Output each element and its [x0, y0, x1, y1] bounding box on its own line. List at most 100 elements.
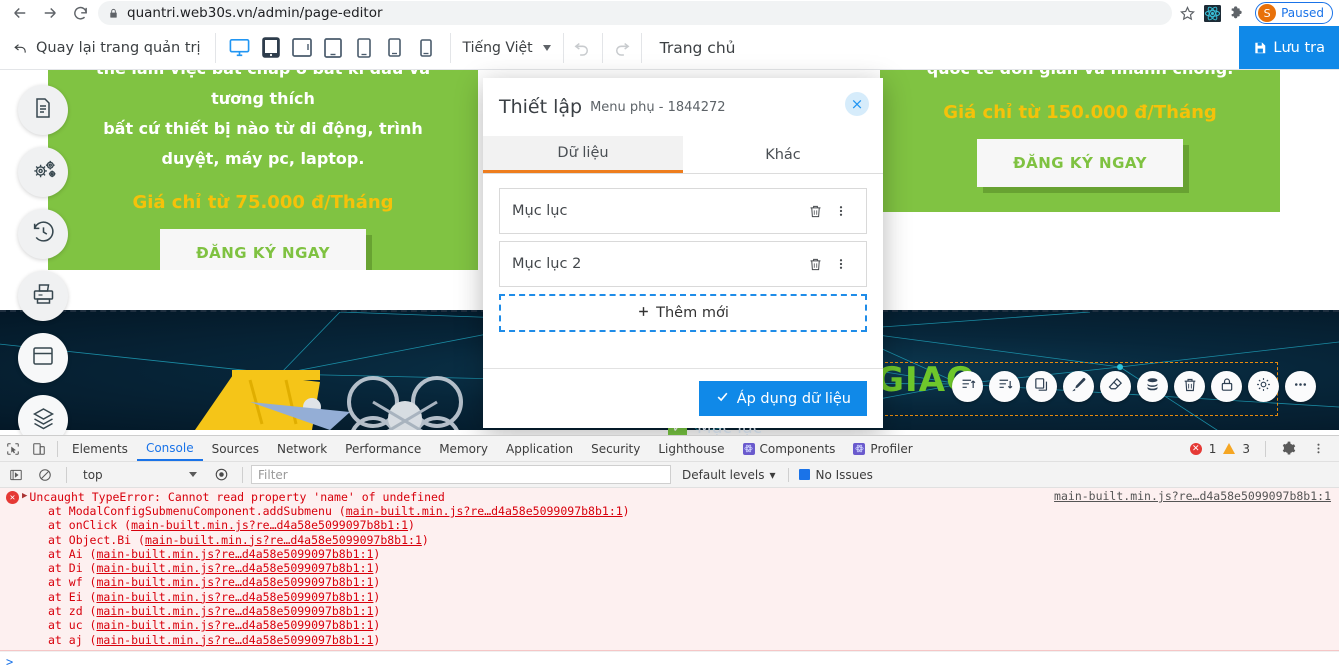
- devtools-tab-memory[interactable]: Memory: [430, 436, 497, 461]
- execute-icon[interactable]: [3, 462, 29, 488]
- vertical-dots-icon[interactable]: [828, 203, 854, 219]
- devtools-tab-lighthouse[interactable]: Lighthouse: [649, 436, 733, 461]
- issue-counts[interactable]: ✕ 1 3: [1184, 442, 1256, 456]
- puzzle-extension-icon[interactable]: [1228, 4, 1246, 22]
- devtools-tab-elements[interactable]: Elements: [63, 436, 137, 461]
- console-error-group[interactable]: ✕ ▶ Uncaught TypeError: Cannot read prop…: [0, 488, 1339, 651]
- chevron-down-icon: [189, 472, 197, 477]
- console-output[interactable]: ✕ ▶ Uncaught TypeError: Cannot read prop…: [0, 488, 1339, 665]
- device-phone-small[interactable]: [412, 33, 440, 63]
- stack-frame-link[interactable]: main-built.min.js?re…d4a58e5099097b8b1:1: [145, 533, 422, 547]
- stack-frame: at wf (main-built.min.js?re…d4a58e509909…: [0, 575, 1339, 589]
- back-to-admin-button[interactable]: Quay lại trang quản trị: [0, 26, 215, 70]
- stack-frame-close: ): [373, 561, 381, 576]
- console-input-prompt[interactable]: >: [0, 650, 1339, 665]
- devtools-tab-sources[interactable]: Sources: [203, 436, 268, 461]
- stack-frame-link[interactable]: main-built.min.js?re…d4a58e5099097b8b1:1: [346, 504, 623, 518]
- language-selector[interactable]: Tiếng Việt: [451, 40, 563, 56]
- expand-triangle-icon[interactable]: ▶: [22, 491, 27, 501]
- element-action-toolbar: [952, 371, 1316, 402]
- devtools-tab-security[interactable]: Security: [582, 436, 649, 461]
- trash-icon[interactable]: [802, 203, 828, 219]
- delete-element-button[interactable]: [1174, 371, 1205, 402]
- stack-frame-link[interactable]: main-built.min.js?re…d4a58e5099097b8b1:1: [96, 633, 373, 647]
- save-page-button[interactable]: Lưu tra: [1239, 26, 1339, 69]
- devtools-tab-application[interactable]: Application: [497, 436, 582, 461]
- sidebar-pages[interactable]: [18, 85, 68, 135]
- drone-illustration: [347, 376, 463, 430]
- sidebar-settings[interactable]: [18, 147, 68, 197]
- element-settings-button[interactable]: [1248, 371, 1279, 402]
- device-desktop[interactable]: [226, 33, 254, 63]
- sidebar-sections[interactable]: [18, 333, 68, 383]
- stack-frame-link[interactable]: main-built.min.js?re…d4a58e5099097b8b1:1: [96, 561, 373, 575]
- modal-title: Thiết lập: [499, 96, 583, 118]
- back-icon[interactable]: [6, 1, 34, 25]
- trash-icon[interactable]: [802, 256, 828, 272]
- device-tablet[interactable]: [288, 33, 316, 63]
- devtools-tab-performance[interactable]: Performance: [336, 436, 430, 461]
- tab-khac[interactable]: Khác: [683, 136, 883, 173]
- more-options-button[interactable]: [1285, 371, 1316, 402]
- device-tablet-landscape[interactable]: [257, 33, 285, 63]
- console-error-source-link[interactable]: main-built.min.js?re…d4a58e5099097b8b1:1: [1054, 489, 1331, 503]
- list-item[interactable]: Mục lục: [499, 188, 867, 234]
- stack-frame-link[interactable]: main-built.min.js?re…d4a58e5099097b8b1:1: [96, 604, 373, 618]
- stack-frame-link[interactable]: main-built.min.js?re…d4a58e5099097b8b1:1: [131, 518, 408, 532]
- pricing-panel-right[interactable]: quốc tế đơn giản và nhanh chóng. Giá chỉ…: [880, 70, 1280, 212]
- trash-icon: [1182, 376, 1198, 398]
- sidebar-print[interactable]: [18, 271, 68, 321]
- device-phone-large[interactable]: [350, 33, 378, 63]
- forward-icon[interactable]: [36, 1, 64, 25]
- stack-frame-link[interactable]: main-built.min.js?re…d4a58e5099097b8b1:1: [96, 618, 373, 632]
- eraser-button[interactable]: [1100, 371, 1131, 402]
- react-devtools-icon[interactable]: [1203, 4, 1221, 22]
- devtools-tab-console[interactable]: Console: [136, 436, 203, 461]
- console-context-selector[interactable]: top: [75, 468, 205, 482]
- tab-du-lieu[interactable]: Dữ liệu: [483, 136, 683, 173]
- eye-icon[interactable]: [208, 462, 234, 488]
- device-phone[interactable]: [381, 33, 409, 63]
- inspect-element-icon[interactable]: [0, 436, 26, 462]
- add-new-button[interactable]: Thêm mới: [499, 294, 867, 332]
- stack-frame-link[interactable]: main-built.min.js?re…d4a58e5099097b8b1:1: [96, 547, 373, 561]
- sidebar-history[interactable]: [18, 209, 68, 259]
- devtools-tab-profiler[interactable]: Profiler: [844, 436, 921, 461]
- list-item[interactable]: Mục lục 2: [499, 241, 867, 287]
- pricing-panel-left[interactable]: thể làm việc bất chấp ở bất kì đâu và tư…: [48, 70, 478, 277]
- stack-frame-fn: at Ai (: [48, 546, 97, 561]
- apply-data-button[interactable]: Áp dụng dữ liệu: [698, 381, 867, 416]
- vertical-dots-icon[interactable]: [1305, 436, 1331, 462]
- stack-frame-link[interactable]: main-built.min.js?re…d4a58e5099097b8b1:1: [96, 575, 373, 589]
- log-levels-selector[interactable]: Default levels ▾: [674, 468, 783, 482]
- device-toolbar-icon[interactable]: [26, 436, 52, 462]
- clear-console-icon[interactable]: [32, 462, 58, 488]
- duplicate-button[interactable]: [1026, 371, 1057, 402]
- vertical-dots-icon[interactable]: [828, 256, 854, 272]
- page-editor-toolbar: Quay lại trang quản trị Tiếng Việt Trang…: [0, 26, 1339, 70]
- profile-chip[interactable]: S Paused: [1255, 2, 1333, 24]
- database-button[interactable]: [1137, 371, 1168, 402]
- move-up-button[interactable]: [952, 371, 983, 402]
- modal-tabs: Dữ liệu Khác: [483, 136, 883, 174]
- gear-icon[interactable]: [1275, 436, 1301, 462]
- printer-icon: [31, 282, 56, 311]
- redo-icon[interactable]: [603, 33, 641, 63]
- device-tablet-small[interactable]: [319, 33, 347, 63]
- console-filter-input[interactable]: Filter: [251, 465, 671, 484]
- stack-frame-link[interactable]: main-built.min.js?re…d4a58e5099097b8b1:1: [96, 590, 373, 604]
- devtools-tab-network[interactable]: Network: [268, 436, 336, 461]
- move-down-button[interactable]: [989, 371, 1020, 402]
- paint-button[interactable]: [1063, 371, 1094, 402]
- close-icon[interactable]: ×: [845, 92, 869, 116]
- undo-icon[interactable]: [564, 33, 602, 63]
- devtools-tab-components[interactable]: Components: [734, 436, 845, 461]
- address-bar[interactable]: quantri.web30s.vn/admin/page-editor: [98, 1, 1173, 25]
- no-issues-badge[interactable]: No Issues: [788, 467, 873, 482]
- panel-right-cta-button[interactable]: ĐĂNG KÝ NGAY: [977, 139, 1183, 187]
- lock-element-button[interactable]: [1211, 371, 1242, 402]
- star-icon[interactable]: [1178, 4, 1196, 22]
- stack-frame: at zd (main-built.min.js?re…d4a58e509909…: [0, 604, 1339, 618]
- reload-icon[interactable]: [66, 1, 94, 25]
- modal-header: Thiết lập Menu phụ - 1844272 ×: [483, 78, 883, 136]
